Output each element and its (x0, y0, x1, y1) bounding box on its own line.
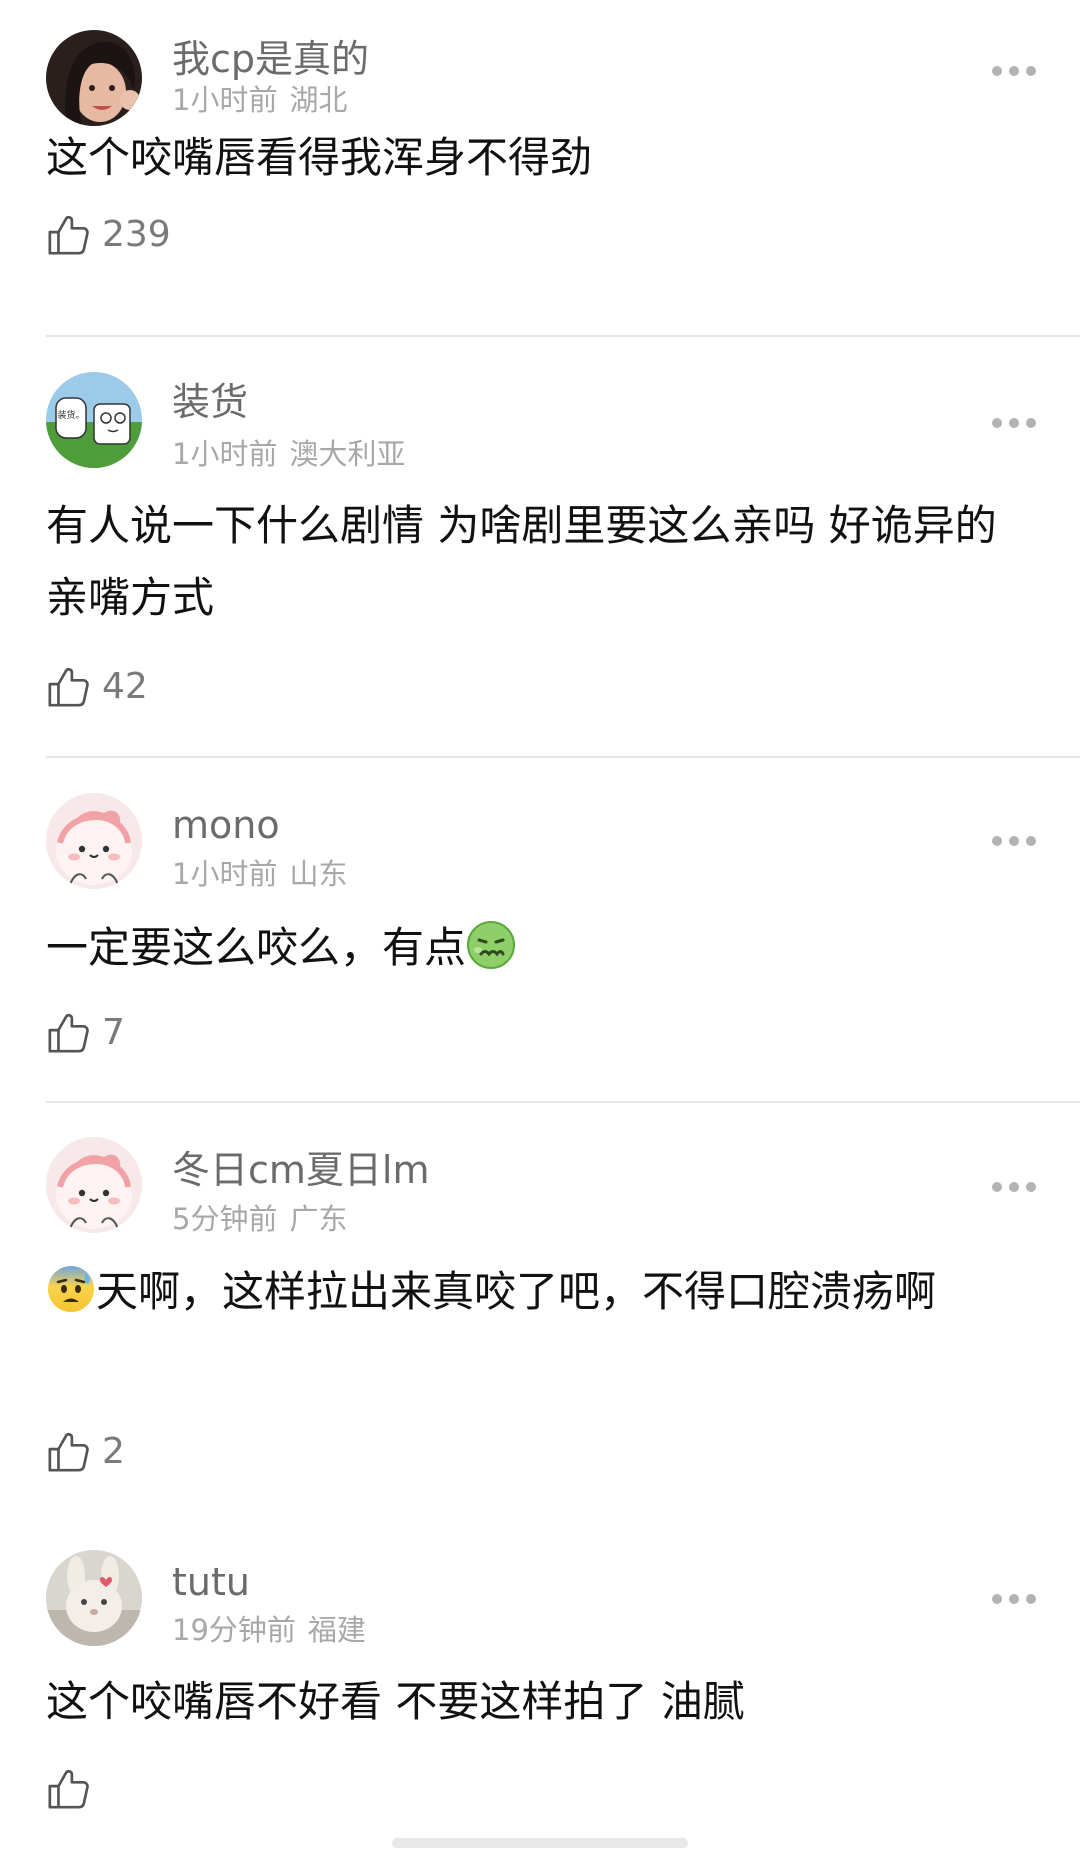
comment-time: 1小时前 (172, 437, 278, 471)
comment-location: 澳大利亚 (289, 437, 406, 471)
comment-text: 天啊，这样拉出来真咬了吧，不得口腔溃疡啊 (46, 1256, 1036, 1328)
thumbs-up-icon (46, 1429, 92, 1475)
avatar-pink-bun-icon (46, 1137, 142, 1233)
avatar[interactable] (46, 30, 142, 126)
like-button[interactable]: 7 (46, 1008, 125, 1058)
comment-text: 一定要这么咬么，有点 (46, 912, 1036, 984)
more-options-button[interactable] (990, 64, 1038, 78)
more-options-icon (990, 1592, 1038, 1606)
comment-meta: 1小时前 山东 (172, 860, 347, 889)
comment-text-body: 天啊，这样拉出来真咬了吧，不得口腔溃疡啊 (96, 1267, 937, 1316)
thumbs-up-icon (46, 1010, 92, 1056)
like-count: 2 (102, 1431, 125, 1472)
avatar-bubble-text: 装货。 (57, 409, 84, 421)
comment-meta: 1小时前 澳大利亚 (172, 440, 405, 469)
avatar-cartoon-grass-icon: 装货。 (46, 372, 142, 468)
more-options-button[interactable] (990, 834, 1038, 848)
comment-text: 这个咬嘴唇看得我浑身不得劲 (46, 133, 593, 182)
comment-text-body: 一定要这么咬么，有点 (46, 923, 467, 972)
comment-location: 湖北 (289, 83, 348, 117)
like-count: 42 (102, 666, 148, 707)
more-options-icon (990, 834, 1038, 848)
home-indicator (392, 1838, 688, 1848)
avatar[interactable] (46, 1550, 142, 1646)
nauseated-face-emoji (466, 920, 516, 970)
comment-location: 广东 (289, 1202, 348, 1236)
like-count: 239 (102, 214, 171, 255)
comment-meta: 5分钟前 广东 (172, 1205, 347, 1234)
divider (46, 1101, 1080, 1103)
comment-time: 1小时前 (172, 83, 278, 117)
like-button[interactable]: 239 (46, 210, 171, 260)
like-button[interactable]: 2 (46, 1427, 125, 1477)
comment-meta: 19分钟前 福建 (172, 1616, 366, 1645)
more-options-icon (990, 416, 1038, 430)
comment-text: 这个咬嘴唇不好看 不要这样拍了 油腻 (46, 1677, 745, 1726)
username[interactable]: tutu (172, 1563, 250, 1601)
username[interactable]: mono (172, 806, 280, 844)
avatar-pink-bun-icon (46, 793, 142, 889)
more-options-button[interactable] (990, 1592, 1038, 1606)
comment-time: 19分钟前 (172, 1613, 296, 1647)
comment-time: 1小时前 (172, 857, 278, 891)
thumbs-up-icon (46, 1766, 92, 1812)
comment-meta: 1小时前 湖北 (172, 86, 347, 115)
comment-location: 山东 (289, 857, 348, 891)
username[interactable]: 我cp是真的 (172, 40, 369, 78)
avatar[interactable]: 装货。 (46, 372, 142, 468)
username[interactable]: 冬日cm夏日lm (172, 1151, 429, 1189)
divider (46, 756, 1080, 758)
like-button[interactable] (46, 1764, 102, 1814)
comment-text: 有人说一下什么剧情 为啥剧里要这么亲吗 好诡异的亲嘴方式 (46, 501, 997, 622)
thumbs-up-icon (46, 212, 92, 258)
more-options-icon (990, 1180, 1038, 1194)
comment-time: 5分钟前 (172, 1202, 278, 1236)
like-count: 7 (102, 1012, 125, 1053)
avatar-photo-woman-icon (46, 30, 142, 126)
comment-location: 福建 (307, 1613, 366, 1647)
more-options-icon (990, 64, 1038, 78)
anxious-sweat-face-emoji (46, 1264, 96, 1314)
like-button[interactable]: 42 (46, 662, 148, 712)
thumbs-up-icon (46, 664, 92, 710)
avatar[interactable] (46, 793, 142, 889)
username[interactable]: 装货 (172, 383, 248, 421)
more-options-button[interactable] (990, 1180, 1038, 1194)
avatar-plush-bunny-icon (46, 1550, 142, 1646)
more-options-button[interactable] (990, 416, 1038, 430)
avatar[interactable] (46, 1137, 142, 1233)
divider (46, 335, 1080, 337)
